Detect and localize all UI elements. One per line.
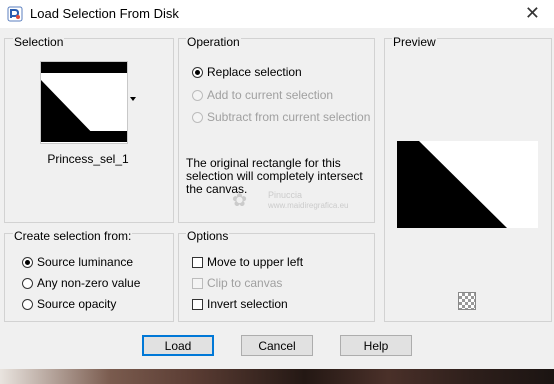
radio-indicator[interactable] [22, 298, 33, 310]
window-title: Load Selection From Disk [30, 6, 179, 21]
radio-indicator[interactable] [192, 89, 203, 101]
watermark-line2: www.maidiregrafica.eu [268, 201, 349, 210]
radio-indicator[interactable] [22, 256, 33, 268]
preview-group-label: Preview [392, 35, 437, 49]
watermark-logo-icon: ✿ [232, 190, 248, 210]
checkbox-invert-selection[interactable]: Invert selection [192, 297, 288, 311]
radio-label: Source opacity [37, 297, 117, 311]
selection-name: Princess_sel_1 [47, 152, 129, 166]
selection-group-label: Selection [13, 35, 65, 49]
operation-group-label: Operation [186, 35, 241, 49]
radio-source-luminance[interactable]: Source luminance [22, 255, 133, 269]
radio-indicator[interactable] [22, 277, 33, 289]
checkbox-clip-to-canvas[interactable]: Clip to canvas [192, 276, 282, 290]
close-icon[interactable]: ✕ [525, 3, 540, 23]
create-from-group-label: Create selection from: [13, 229, 133, 243]
checkbox-indicator[interactable] [192, 256, 203, 268]
radio-label: Replace selection [207, 65, 302, 79]
preview-image [397, 141, 538, 228]
radio-label: Source luminance [37, 255, 134, 269]
selection-thumbnail[interactable] [40, 61, 128, 144]
radio-source-opacity[interactable]: Source opacity [22, 297, 116, 311]
checkbox-label: Invert selection [207, 297, 288, 311]
cancel-button[interactable]: Cancel [241, 335, 313, 356]
radio-indicator[interactable] [192, 66, 203, 78]
selection-thumbnail-image [41, 62, 127, 142]
chevron-down-icon[interactable] [130, 97, 136, 101]
radio-label: Any non-zero value [37, 276, 141, 290]
background-strip [0, 369, 554, 384]
radio-subtract-selection[interactable]: Subtract from current selection [192, 110, 370, 124]
watermark: ✿ Pinuccia www.maidiregrafica.eu [232, 188, 372, 214]
load-button[interactable]: Load [142, 335, 214, 356]
checkbox-indicator[interactable] [192, 277, 203, 289]
radio-label: Subtract from current selection [207, 110, 371, 124]
checkbox-move-upper-left[interactable]: Move to upper left [192, 255, 303, 269]
app-icon [7, 6, 23, 22]
checkbox-indicator[interactable] [192, 298, 203, 310]
radio-indicator[interactable] [192, 111, 203, 123]
radio-add-selection[interactable]: Add to current selection [192, 88, 333, 102]
checkbox-label: Move to upper left [207, 255, 304, 269]
radio-any-non-zero[interactable]: Any non-zero value [22, 276, 140, 290]
watermark-line1: Pinuccia [268, 190, 303, 200]
title-bar: Load Selection From Disk ✕ [0, 0, 554, 28]
options-group-label: Options [186, 229, 230, 243]
radio-label: Add to current selection [207, 88, 334, 102]
preview-image-graphic [397, 141, 507, 228]
checkbox-label: Clip to canvas [207, 276, 283, 290]
help-button[interactable]: Help [340, 335, 412, 356]
checkerboard-icon[interactable] [458, 292, 476, 310]
radio-replace-selection[interactable]: Replace selection [192, 65, 302, 79]
